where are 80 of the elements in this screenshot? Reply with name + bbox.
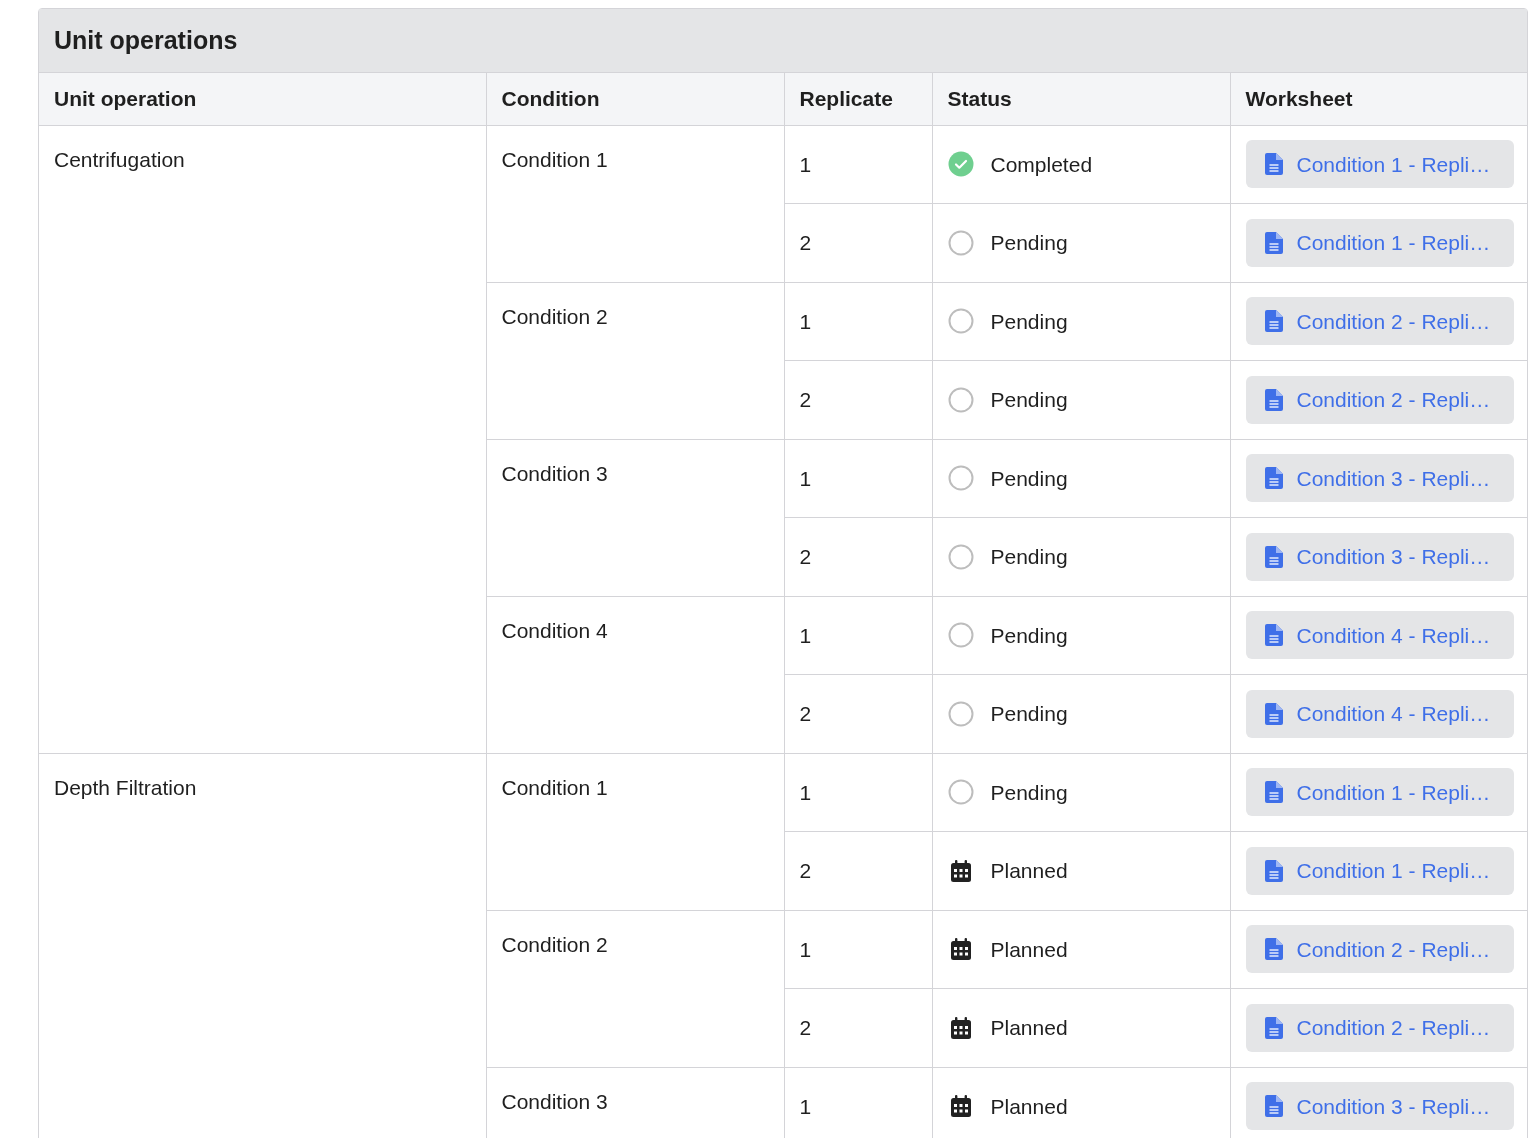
condition-name: Condition 2 xyxy=(501,932,608,956)
unit-operation-name: Depth Filtration xyxy=(54,775,197,799)
calendar-icon xyxy=(948,937,973,962)
replicate-number: 2 xyxy=(799,545,812,568)
empty-circle-icon xyxy=(947,622,974,649)
worksheet-link-button[interactable]: Condition 4 - Repli… xyxy=(1245,611,1514,660)
column-header: Unit operation xyxy=(54,87,197,110)
replicate-number: 2 xyxy=(799,388,812,411)
status-label: Pending xyxy=(990,622,1068,649)
column-header: Condition xyxy=(501,87,600,110)
worksheet-link-button[interactable]: Condition 1 - Repli… xyxy=(1245,768,1514,817)
status-label: Planned xyxy=(990,936,1068,963)
replicate-number: 2 xyxy=(799,1016,812,1039)
document-icon xyxy=(1264,467,1283,490)
replicate-number: 1 xyxy=(799,309,812,333)
worksheet-link-button[interactable]: Condition 1 - Repli… xyxy=(1245,140,1514,189)
worksheet-link-button[interactable]: Condition 3 - Repli… xyxy=(1245,1082,1514,1131)
empty-circle-icon xyxy=(947,700,974,727)
document-icon xyxy=(1264,1016,1283,1039)
status-label: Planned xyxy=(990,1093,1068,1120)
calendar-icon xyxy=(948,1015,973,1040)
empty-circle-icon xyxy=(947,386,974,413)
status-label: Completed xyxy=(990,151,1093,178)
condition-name: Condition 3 xyxy=(501,1089,608,1113)
calendar-icon xyxy=(948,1094,973,1119)
status-label: Pending xyxy=(990,308,1068,335)
document-icon xyxy=(1264,624,1283,647)
condition-name: Condition 4 xyxy=(501,618,608,642)
worksheet-link-button[interactable]: Condition 2 - Repli… xyxy=(1245,925,1514,974)
replicate-number: 1 xyxy=(799,466,812,490)
unit-operation-name: Centrifugation xyxy=(54,147,185,171)
document-icon xyxy=(1264,702,1283,725)
worksheet-link-button[interactable]: Condition 3 - Repli… xyxy=(1245,532,1514,581)
status-label: Pending xyxy=(990,701,1068,727)
document-icon xyxy=(1264,859,1283,882)
column-header: Status xyxy=(947,87,1012,110)
replicate-number: 2 xyxy=(799,859,812,882)
replicate-number: 1 xyxy=(799,152,812,176)
status-label: Pending xyxy=(990,387,1068,413)
status-label: Pending xyxy=(990,544,1068,570)
status-label: Planned xyxy=(990,858,1068,884)
column-header: Replicate xyxy=(799,87,893,110)
condition-name: Condition 1 xyxy=(501,775,608,799)
document-icon xyxy=(1264,388,1283,411)
replicate-number: 1 xyxy=(799,780,812,804)
worksheet-link-button[interactable]: Condition 2 - Repli… xyxy=(1245,297,1514,346)
document-icon xyxy=(1264,938,1283,961)
worksheet-link-button[interactable]: Condition 2 - Repli… xyxy=(1245,375,1514,424)
document-icon xyxy=(1264,231,1283,254)
condition-name: Condition 1 xyxy=(501,147,608,171)
empty-circle-icon xyxy=(947,308,974,335)
calendar-icon xyxy=(948,858,973,883)
panel-title: Unit operations xyxy=(54,24,238,56)
status-label: Pending xyxy=(990,465,1068,492)
replicate-number: 1 xyxy=(799,937,812,961)
condition-name: Condition 3 xyxy=(501,461,608,485)
empty-circle-icon xyxy=(947,465,974,492)
worksheet-link-button[interactable]: Condition 2 - Repli… xyxy=(1245,1003,1514,1052)
replicate-number: 2 xyxy=(799,231,812,254)
status-label: Planned xyxy=(990,1015,1068,1041)
worksheet-link-button[interactable]: Condition 1 - Repli… xyxy=(1245,846,1514,895)
replicate-number: 1 xyxy=(799,1094,812,1118)
status-label: Pending xyxy=(990,779,1068,806)
empty-circle-icon xyxy=(947,229,974,256)
document-icon xyxy=(1264,310,1283,333)
worksheet-link-button[interactable]: Condition 3 - Repli… xyxy=(1245,454,1514,503)
replicate-number: 2 xyxy=(799,702,812,725)
document-icon xyxy=(1264,545,1283,568)
worksheet-link-button[interactable]: Condition 1 - Repli… xyxy=(1245,218,1514,267)
column-header: Worksheet xyxy=(1245,87,1353,110)
document-icon xyxy=(1264,1095,1283,1118)
condition-name: Condition 2 xyxy=(501,304,608,328)
worksheet-link-button[interactable]: Condition 4 - Repli… xyxy=(1245,689,1514,738)
empty-circle-icon xyxy=(947,779,974,806)
empty-circle-icon xyxy=(947,543,974,570)
replicate-number: 1 xyxy=(799,623,812,647)
document-icon xyxy=(1264,153,1283,176)
status-label: Pending xyxy=(990,230,1068,256)
check-circle-icon xyxy=(947,151,974,178)
document-icon xyxy=(1264,781,1283,804)
